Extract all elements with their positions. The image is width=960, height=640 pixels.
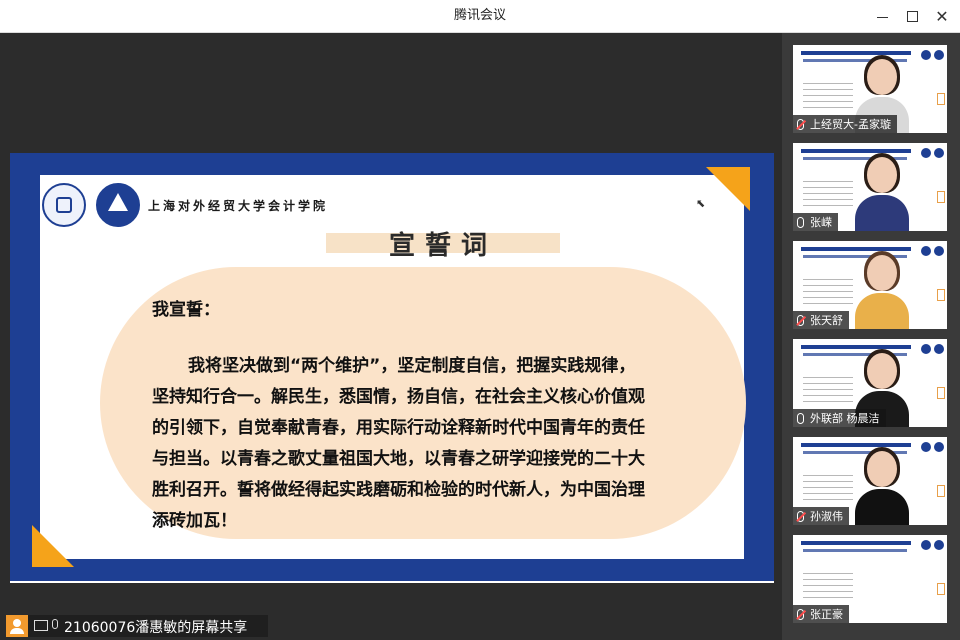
torso [855, 489, 909, 525]
tile-text-lines [803, 279, 853, 309]
tile-logo-icon [934, 246, 944, 256]
tile-slide-title [801, 149, 911, 153]
mic-muted-icon [797, 118, 804, 130]
share-owner-text: 21060076潘惠敏的屏幕共享 [64, 620, 248, 636]
participant-video [853, 153, 911, 231]
participant-nameplate: 外联部 杨晨洁 [793, 409, 886, 427]
face [867, 353, 897, 389]
tile-slide-subtitle [803, 549, 907, 552]
tile-logo-icon [921, 50, 931, 60]
torso [855, 195, 909, 231]
tile-slide-title [801, 443, 911, 447]
tile-logo-icon [921, 246, 931, 256]
tile-text-lines [803, 475, 853, 505]
microphone-icon [52, 619, 58, 629]
participant-nameplate: 上经贸大-孟家璇 [793, 115, 897, 133]
participant-tile[interactable]: 张嵘 [793, 143, 947, 231]
participant-name: 外联部 杨晨洁 [810, 412, 880, 425]
participant-tile[interactable]: 外联部 杨晨洁 [793, 339, 947, 427]
torso [855, 293, 909, 329]
slide-content: 上海对外经贸大学会计学院 ⬉ 宣誓词 我宣誓： 我将坚决做到“两个维护”，坚定制… [40, 175, 746, 559]
oath-line: 添砖加瓦！ [152, 511, 237, 531]
participant-name: 张天舒 [810, 314, 843, 327]
tile-mark [937, 485, 945, 497]
participant-tile[interactable]: 上经贸大-孟家璇 [793, 45, 947, 133]
user-avatar-icon [6, 615, 28, 637]
mic-on-icon [797, 216, 804, 228]
corner-triangle-bottom-left [32, 525, 74, 567]
screen-share-stage: 上海对外经贸大学会计学院 ⬉ 宣誓词 我宣誓： 我将坚决做到“两个维护”，坚定制… [0, 33, 780, 640]
mic-muted-icon [797, 314, 804, 326]
tile-mark [937, 289, 945, 301]
oath-line: 我将坚决做到“两个维护”，坚定制度自信，把握实践规律， [188, 356, 636, 376]
participant-nameplate: 张正豪 [793, 605, 849, 623]
tile-logo-icon [921, 442, 931, 452]
slide-heading: 宣誓词 [388, 231, 497, 261]
mic-on-icon [797, 412, 804, 424]
oath-title: 我宣誓： [152, 300, 220, 320]
school-name: 上海对外经贸大学会计学院 [148, 199, 329, 213]
oath-line: 与担当。以青春之歌丈量祖国大地，以青春之研学迎接党的二十大 [152, 449, 645, 469]
participant-name: 张嵘 [810, 216, 832, 229]
tile-text-lines [803, 573, 853, 603]
tile-logo-icon [934, 442, 944, 452]
maximize-button[interactable] [898, 4, 926, 28]
participant-nameplate: 孙淑伟 [793, 507, 849, 525]
oath-line: 胜利召开。誓将做经得起实践磨砺和检验的时代新人，为中国治理 [152, 480, 645, 500]
face [867, 255, 897, 291]
mic-muted-icon [797, 510, 804, 522]
minimize-button[interactable] [868, 4, 896, 28]
tile-mark [937, 191, 945, 203]
tile-text-lines [803, 377, 853, 407]
tile-slide-title [801, 541, 911, 545]
participant-nameplate: 张嵘 [793, 213, 838, 231]
participant-name: 孙淑伟 [810, 510, 843, 523]
participant-tile[interactable]: 张正豪 [793, 535, 947, 623]
title-bar: 腾讯会议 ✕ [0, 0, 960, 33]
tile-mark [937, 583, 945, 595]
oath-line: 的引领下，自觉奉献青春，用实际行动诠释新时代中国青年的责任 [152, 418, 645, 438]
tile-text-lines [803, 83, 853, 113]
face [867, 59, 897, 95]
participant-video [853, 447, 911, 525]
accounting-school-logo-icon [94, 181, 142, 229]
tile-logo-icon [934, 148, 944, 158]
screen-share-icon [34, 620, 48, 631]
tile-slide-title [801, 51, 911, 55]
tile-slide-title [801, 247, 911, 251]
tile-logo-icon [921, 344, 931, 354]
tile-text-lines [803, 181, 853, 211]
tile-mark [937, 93, 945, 105]
tile-logo-icon [934, 344, 944, 354]
participant-nameplate: 张天舒 [793, 311, 849, 329]
tile-mark [937, 387, 945, 399]
tile-logo-icon [921, 540, 931, 550]
oath-line: 坚持知行合一。解民生，悉国情，扬自信，在社会主义核心价值观 [152, 387, 645, 407]
slide-divider [10, 581, 774, 583]
oath-text: 我将坚决做到“两个维护”，坚定制度自信，把握实践规律， 坚持知行合一。解民生，悉… [152, 351, 740, 537]
face [867, 157, 897, 193]
tile-logo-icon [934, 50, 944, 60]
participant-name: 张正豪 [810, 608, 843, 621]
face [867, 451, 897, 487]
school-logos [40, 181, 148, 231]
participant-panel: 上经贸大-孟家璇 张嵘 张天舒 外联部 杨晨洁 孙淑伟 张正豪 [782, 33, 960, 640]
corner-triangle-top-right [706, 167, 750, 211]
shared-slide: 上海对外经贸大学会计学院 ⬉ 宣誓词 我宣誓： 我将坚决做到“两个维护”，坚定制… [10, 153, 774, 581]
participant-tile[interactable]: 张天舒 [793, 241, 947, 329]
participant-video [853, 251, 911, 329]
tile-logo-icon [921, 148, 931, 158]
tile-logo-icon [934, 540, 944, 550]
screen-share-label[interactable]: 21060076潘惠敏的屏幕共享 [6, 615, 268, 637]
participant-tile[interactable]: 孙淑伟 [793, 437, 947, 525]
tile-slide-title [801, 345, 911, 349]
mic-muted-icon [797, 608, 804, 620]
mouse-cursor-icon: ⬉ [696, 197, 706, 210]
participant-name: 上经贸大-孟家璇 [810, 118, 891, 131]
university-logo-icon [42, 183, 86, 227]
window-title: 腾讯会议 [453, 8, 506, 23]
close-button[interactable]: ✕ [928, 4, 956, 28]
